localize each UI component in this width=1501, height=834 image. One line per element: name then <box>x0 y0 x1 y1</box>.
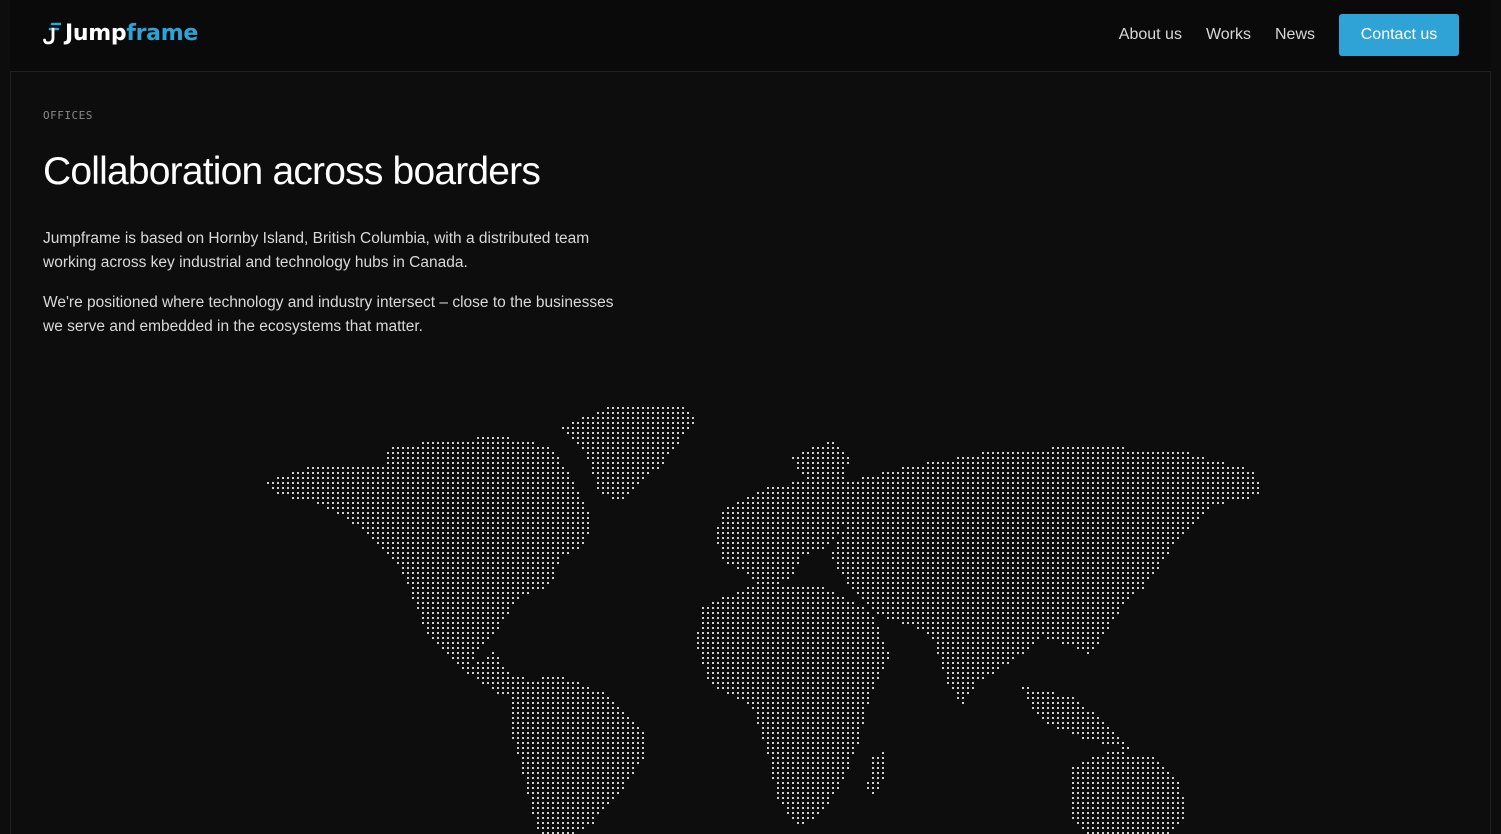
dotted-world-map <box>267 407 1259 834</box>
contact-us-button[interactable]: Contact us <box>1339 14 1459 56</box>
logo-text-primary: Jump <box>65 21 127 46</box>
main-nav: About us Works News Contact us <box>1119 14 1459 56</box>
site-header: Jumpframe About us Works News Contact us <box>10 0 1491 72</box>
logo-wordmark: Jumpframe <box>65 21 198 46</box>
nav-link-about-us[interactable]: About us <box>1119 26 1182 44</box>
nav-link-works[interactable]: Works <box>1206 26 1251 44</box>
page: Jumpframe About us Works News Contact us… <box>0 0 1501 834</box>
jumpframe-mark-icon <box>43 22 61 44</box>
section-eyebrow: OFFICES <box>43 109 93 122</box>
logo[interactable]: Jumpframe <box>43 21 198 46</box>
positioning-paragraph: We're positioned where technology and in… <box>43 294 614 335</box>
section-title: Collaboration across boarders <box>43 150 541 193</box>
intro-paragraph: Jumpframe is based on Hornby Island, Bri… <box>43 230 590 271</box>
nav-link-news[interactable]: News <box>1275 26 1315 44</box>
logo-text-accent: frame <box>126 21 198 46</box>
